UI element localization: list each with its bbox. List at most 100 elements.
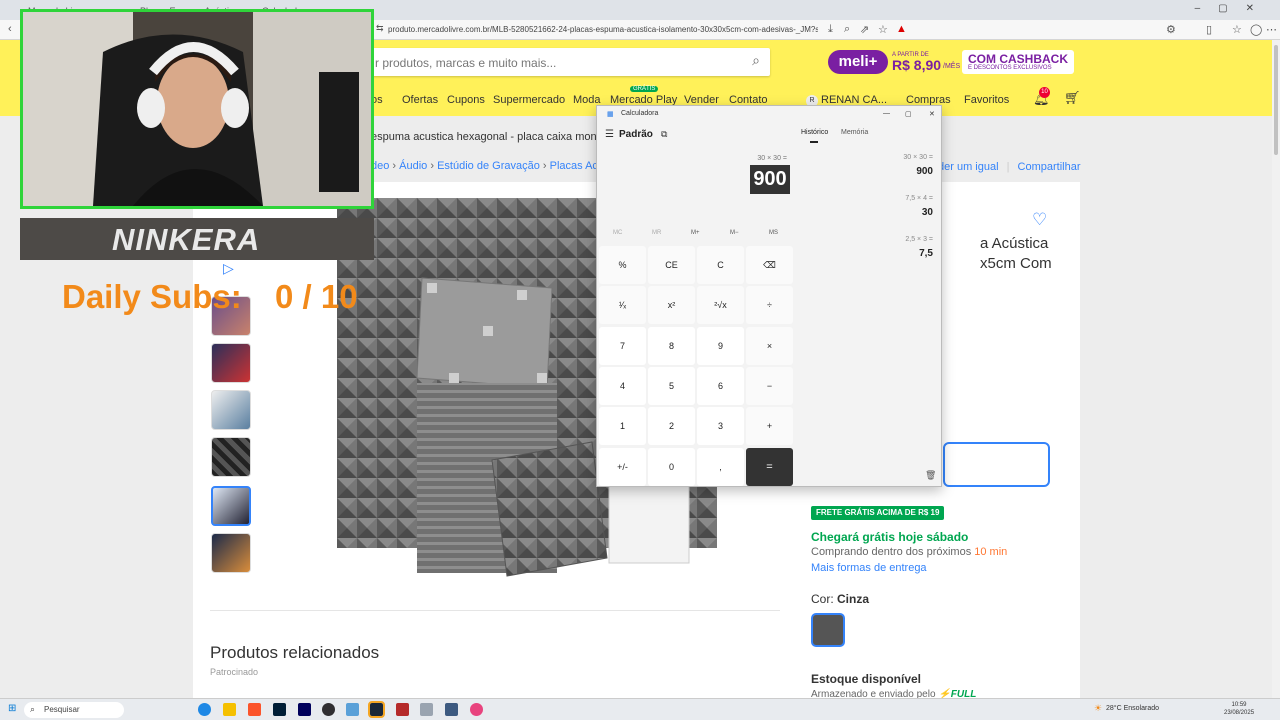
window-controls[interactable]: –▢✕ [1195, 3, 1272, 14]
minimize-button[interactable]: — [883, 110, 890, 117]
key-three-button[interactable]: 3 [697, 407, 744, 446]
key-divide-button[interactable]: ÷ [746, 286, 793, 325]
key-eight-button[interactable]: 8 [648, 326, 695, 365]
key-reciprocal-button[interactable]: ¹⁄ₓ [599, 286, 646, 325]
favorites-icon[interactable]: ☆ [1232, 23, 1242, 36]
history-result[interactable]: 900 [837, 166, 933, 177]
weather-icon[interactable]: ☀ [1094, 703, 1102, 714]
download-icon[interactable]: ⤓ [828, 23, 833, 36]
color-swatch-cinza[interactable] [811, 613, 845, 647]
breadcrumb-item[interactable]: Áudio [399, 160, 427, 172]
app-icon[interactable] [396, 703, 409, 716]
close-button[interactable]: ✕ [929, 110, 935, 118]
history-result[interactable]: 30 [837, 207, 933, 218]
breadcrumb-item[interactable]: Placas Ac [550, 160, 598, 172]
url-field[interactable]: produto.mercadolivre.com.br/MLB-52805216… [388, 25, 818, 34]
meli-plus-banner[interactable]: meli+ A PARTIR DE R$ 8,90 /MÊS COM CASHB… [828, 50, 1076, 74]
search-input[interactable]: r produtos, marcas e muito mais... [375, 56, 556, 70]
memory-add-button[interactable]: M+ [691, 230, 700, 236]
key-four-button[interactable]: 4 [599, 366, 646, 405]
menu-icon[interactable]: ⋯ [1266, 23, 1277, 36]
brave-icon[interactable] [248, 703, 261, 716]
after-effects-icon[interactable] [298, 703, 311, 716]
steam-icon[interactable] [368, 701, 385, 718]
key-five-button[interactable]: 5 [648, 366, 695, 405]
key-zero-button[interactable]: 0 [648, 447, 695, 486]
key-negate-button[interactable]: +/- [599, 447, 646, 486]
breadcrumb-item[interactable]: Estúdio de Gravação [437, 160, 540, 172]
nav-favoritos[interactable]: Favoritos [964, 94, 1009, 106]
thumbnail[interactable] [211, 437, 251, 477]
sell-similar-link[interactable]: der um igual [938, 161, 999, 173]
back-icon[interactable]: ‹ [8, 23, 12, 35]
keep-on-top-icon[interactable]: ⧉ [661, 129, 667, 140]
hamburger-menu-icon[interactable]: ☰ [605, 129, 614, 140]
zoom-icon[interactable]: ⌕ [844, 23, 850, 36]
app-icon[interactable] [470, 703, 483, 716]
key-two-button[interactable]: 2 [648, 407, 695, 446]
key-multiply-button[interactable]: × [746, 326, 793, 365]
key-add-button[interactable]: + [746, 407, 793, 446]
search-suggestion[interactable]: espuma acustica hexagonal - placa caixa … [371, 131, 614, 143]
calculator-taskbar-icon[interactable] [445, 703, 458, 716]
taskbar-search[interactable]: ⌕ Pesquisar [24, 702, 124, 718]
history-expression[interactable]: 30 × 30 = [837, 154, 933, 161]
thumbnail[interactable] [211, 343, 251, 383]
thumbnail-selected[interactable] [211, 486, 251, 526]
profile-icon[interactable]: ◯ [1250, 23, 1262, 36]
sidebar-icon[interactable]: ▯ [1206, 23, 1212, 36]
nav-ofertas[interactable]: Ofertas [402, 94, 438, 106]
nav-supermercado[interactable]: Supermercado [493, 94, 565, 106]
search-icon[interactable]: ⌕ [752, 52, 760, 69]
bookmark-icon[interactable]: ☆ [878, 23, 888, 36]
memory-subtract-button[interactable]: M− [730, 230, 739, 236]
maximize-button[interactable]: ▢ [905, 110, 912, 118]
history-result[interactable]: 7,5 [837, 248, 933, 259]
tab-history[interactable]: Histórico [801, 129, 828, 136]
scrollbar-thumb[interactable] [1274, 45, 1278, 155]
more-shipping-options-link[interactable]: Mais formas de entrega [811, 562, 927, 574]
key-clear-entry-button[interactable]: CE [648, 246, 695, 284]
key-equals-button[interactable]: = [746, 447, 793, 486]
edge-icon[interactable] [198, 703, 211, 716]
tab-memory[interactable]: Memória [841, 129, 868, 136]
share-icon[interactable]: ⇗ [860, 23, 869, 36]
key-seven-button[interactable]: 7 [599, 326, 646, 365]
key-six-button[interactable]: 6 [697, 366, 744, 405]
key-percent-button[interactable]: % [599, 246, 646, 284]
key-one-button[interactable]: 1 [599, 407, 646, 446]
calculator-titlebar[interactable]: ▦ Calculadora — ▢ ✕ [597, 106, 943, 122]
memory-recall-button[interactable]: MR [652, 230, 661, 236]
photoshop-icon[interactable] [273, 703, 286, 716]
weather-text[interactable]: 28°C Ensolarado [1106, 705, 1159, 712]
cart-icon[interactable]: 🛒︎ [1064, 90, 1081, 106]
memory-store-button[interactable]: MS [769, 230, 778, 236]
start-button[interactable]: ⊞ [8, 703, 16, 714]
key-decimal-button[interactable]: , [697, 447, 744, 486]
search-box[interactable]: r produtos, marcas e muito mais... ⌕ [371, 48, 770, 76]
extensions-icon[interactable]: ⚙ [1166, 23, 1176, 36]
obs-icon[interactable] [322, 703, 335, 716]
key-nine-button[interactable]: 9 [697, 326, 744, 365]
key-square-root-button[interactable]: ²√x [697, 286, 744, 325]
history-expression[interactable]: 7,5 × 4 = [837, 195, 933, 202]
nav-cupons[interactable]: Cupons [447, 94, 485, 106]
key-clear-button[interactable]: C [697, 246, 744, 284]
thumbnail[interactable] [211, 533, 251, 573]
site-info-icon[interactable]: ⇆ [376, 23, 384, 34]
trash-icon[interactable]: 🗑︎ [925, 470, 936, 481]
thumbnail[interactable] [211, 390, 251, 430]
app-icon[interactable] [420, 703, 433, 716]
file-explorer-icon[interactable] [223, 703, 236, 716]
calculator-window[interactable]: ▦ Calculadora — ▢ ✕ ☰ Padrão ⧉ 30 × 30 =… [596, 105, 942, 487]
app-icon[interactable] [346, 703, 359, 716]
favorite-heart-icon[interactable]: ♡ [1032, 210, 1047, 230]
key-square-button[interactable]: x² [648, 286, 695, 325]
key-subtract-button[interactable]: − [746, 366, 793, 405]
add-to-cart-button[interactable] [943, 442, 1050, 487]
clock[interactable]: 10:59 23/08/2025 [1224, 701, 1254, 717]
warning-icon[interactable]: ▲ [896, 23, 907, 35]
share-link[interactable]: Compartilhar [1018, 161, 1081, 173]
key-backspace-button[interactable]: ⌫ [746, 246, 793, 284]
history-expression[interactable]: 2,5 × 3 = [837, 236, 933, 243]
